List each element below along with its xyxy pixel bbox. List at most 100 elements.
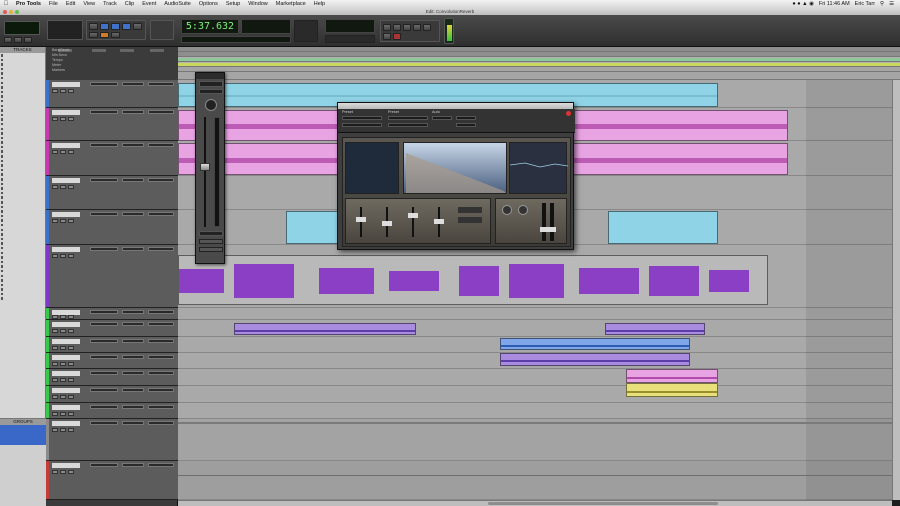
track-header[interactable] [46,108,178,141]
grid-nudge-buttons[interactable] [294,20,318,42]
impulse-response-display[interactable] [403,142,507,194]
menu-audiosuite[interactable]: AudioSuite [160,1,195,7]
apple-icon[interactable]:  [0,1,12,7]
mode-button-2[interactable] [458,217,482,223]
io-slot[interactable] [148,421,174,425]
record-enable-button[interactable] [52,346,58,350]
output-selector[interactable] [199,81,223,87]
insert-slot[interactable] [90,178,118,182]
zoom-button-2[interactable] [14,37,22,43]
horizontal-scrollbar[interactable] [178,500,892,506]
volume-fader-handle[interactable] [200,163,210,171]
output-window[interactable] [195,72,225,264]
send-slot[interactable] [122,82,144,86]
track-lane[interactable] [178,403,892,419]
io-slot[interactable] [148,388,174,392]
scrollbar-thumb[interactable] [488,502,718,505]
menu-setup[interactable]: Setup [222,1,244,7]
plugin-window[interactable]: Preset Preset Auto [337,102,575,250]
menu-clip[interactable]: Clip [121,1,138,7]
send-slot[interactable] [122,247,144,251]
insert-slot[interactable] [90,388,118,392]
record-enable-button[interactable] [52,378,58,382]
insert-slot[interactable] [90,339,118,343]
mode-buttons[interactable] [150,20,174,40]
record-button[interactable] [393,33,401,40]
wet-knob[interactable] [502,205,512,215]
send-slot[interactable] [122,143,144,147]
grabber-tool[interactable] [122,23,131,30]
track-lane[interactable] [178,461,892,500]
track-header[interactable] [46,403,178,419]
audio-clip-yellow[interactable] [626,383,718,397]
insert-slot[interactable] [90,405,118,409]
mute-button[interactable] [68,362,74,366]
stop-button[interactable] [423,24,431,31]
track-name[interactable] [52,322,80,327]
fast-forward-button[interactable] [403,24,411,31]
density-slider[interactable] [434,219,444,224]
send-slot[interactable] [122,371,144,375]
menu-window[interactable]: Window [244,1,272,7]
record-enable-button[interactable] [52,185,58,189]
list-icon[interactable]: ☰ [889,1,894,7]
decay-slider[interactable] [382,221,392,226]
markers-ruler-2[interactable] [178,72,900,80]
solo-button[interactable] [60,362,66,366]
menu-file[interactable]: File [45,1,62,7]
predelay-slider[interactable] [356,217,366,222]
insert-slot[interactable] [90,82,118,86]
tempo-display[interactable] [325,35,375,43]
record-enable-button[interactable] [52,150,58,154]
insert-position[interactable] [342,123,382,127]
audio-clip-blue[interactable] [500,338,690,350]
menu-help[interactable]: Help [310,1,329,7]
menu-options[interactable]: Options [195,1,222,7]
send-slot[interactable] [122,463,144,467]
grid-button[interactable] [89,32,98,38]
insert-slot[interactable] [90,143,118,147]
close-window-button[interactable] [3,9,7,14]
impulse-browser[interactable] [345,142,399,194]
track-name[interactable] [52,463,80,468]
track-name-field[interactable] [199,247,223,252]
mode-button[interactable] [458,207,482,213]
solo-button[interactable] [60,185,66,189]
size-slider[interactable] [408,213,418,218]
automation-mode[interactable] [199,239,223,244]
track-selector[interactable] [342,116,382,120]
selector-tool[interactable] [111,23,120,30]
solo-button[interactable] [60,428,66,432]
output-window-title[interactable] [196,73,224,79]
track-name[interactable] [52,143,80,148]
track-name[interactable] [52,371,80,376]
menu-view[interactable]: View [79,1,99,7]
insert-slot[interactable] [90,212,118,216]
io-slot[interactable] [148,355,174,359]
mute-button[interactable] [68,428,74,432]
solo-button[interactable] [60,412,66,416]
track-name[interactable] [52,388,80,393]
audio-clip-vocal[interactable] [178,255,768,305]
io-slot[interactable] [148,110,174,114]
record-enable-button[interactable] [52,315,58,319]
track-header[interactable] [46,210,178,245]
solo-button[interactable] [60,346,66,350]
audio-clip-lavender[interactable] [605,323,705,335]
slip-mode-button[interactable] [100,32,109,38]
selection-start-end-length[interactable] [241,19,291,34]
nudge-display[interactable] [181,36,291,43]
vertical-scrollbar[interactable] [892,80,900,500]
track-header[interactable] [46,141,178,176]
track-lane[interactable] [178,386,892,403]
send-slot[interactable] [122,310,144,314]
io-slot[interactable] [148,212,174,216]
insert-slot[interactable] [90,421,118,425]
record-enable-button[interactable] [52,428,58,432]
solo-button[interactable] [60,329,66,333]
track-header[interactable] [46,369,178,386]
volume-readout[interactable] [199,231,223,236]
io-slot[interactable] [148,322,174,326]
zoom-window-button[interactable] [15,9,19,14]
mute-button[interactable] [68,150,74,154]
